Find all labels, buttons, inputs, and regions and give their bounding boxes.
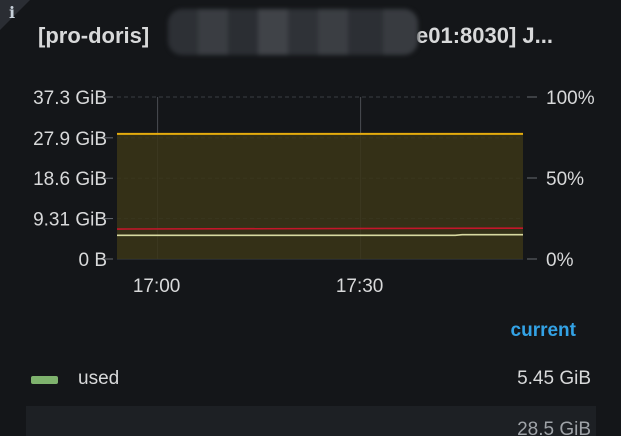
y-left-tick: 37.3 GiB bbox=[33, 88, 107, 109]
left-axis-ticks: 0 B 9.31 GiB 18.6 GiB 27.9 GiB 37.3 GiB bbox=[33, 88, 107, 271]
y-left-tick: 0 B bbox=[78, 250, 107, 271]
legend-series-name[interactable]: used bbox=[78, 368, 119, 390]
x-tick: 17:00 bbox=[133, 276, 181, 297]
series-line bbox=[117, 233, 523, 237]
x-tick: 17:30 bbox=[336, 276, 384, 297]
x-axis-ticks: 17:00 17:30 bbox=[133, 276, 384, 297]
y-right-tick: 50% bbox=[546, 169, 584, 190]
series-line bbox=[116, 227, 524, 230]
legend-row-blurred-background bbox=[26, 406, 596, 436]
legend-current-value: 5.45 GiB bbox=[517, 368, 591, 389]
legend-current-header[interactable]: current bbox=[511, 320, 576, 342]
right-axis-ticks: 0% 50% 100% bbox=[546, 88, 595, 271]
legend-color-swatch[interactable] bbox=[31, 376, 58, 384]
legend-row-used[interactable]: used 5.45 GiB bbox=[0, 364, 621, 394]
legend-current-value: 28.5 GiB bbox=[517, 419, 591, 436]
y-left-tick: 18.6 GiB bbox=[33, 169, 107, 190]
y-right-tick: 100% bbox=[546, 88, 595, 109]
series-fill-area bbox=[117, 133, 523, 259]
y-right-tick: 0% bbox=[546, 250, 574, 271]
y-left-tick: 27.9 GiB bbox=[33, 129, 107, 150]
y-left-tick: 9.31 GiB bbox=[33, 210, 107, 231]
memory-usage-chart: 0 B 9.31 GiB 18.6 GiB 27.9 GiB 37.3 GiB … bbox=[33, 88, 595, 297]
legend-row-partial[interactable]: 28.5 GiB bbox=[0, 400, 621, 436]
series-layer bbox=[116, 132, 524, 259]
graph-panel: i [pro-doris] e01:8030] J... 0 B 9.31 Gi… bbox=[0, 0, 621, 436]
